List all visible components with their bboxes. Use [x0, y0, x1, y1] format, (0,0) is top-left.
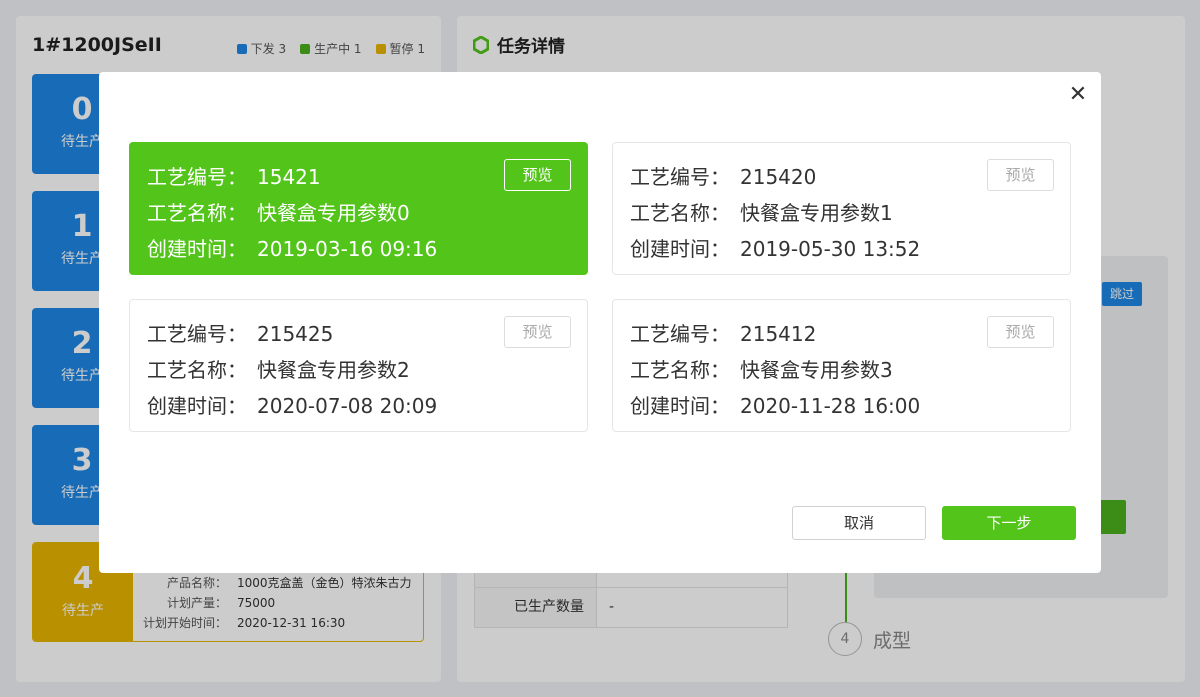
- option-details: 工艺编号： 215425 工艺名称： 快餐盒专用参数2 创建时间： 2020-07-0…: [147, 316, 437, 424]
- process-option-3[interactable]: 工艺编号： 215412 工艺名称： 快餐盒专用参数3 创建时间： 2020-11-2…: [612, 299, 1071, 432]
- option-details: 工艺编号： 215412 工艺名称： 快餐盒专用参数3 创建时间： 2020-11-2…: [630, 316, 920, 424]
- created-time-label: 创建时间：: [147, 237, 247, 261]
- process-code-label: 工艺编号：: [630, 322, 730, 346]
- select-process-dialog: ✕ 工艺编号： 15421 工艺名称： 快餐盒专用参数0 创建时间： 2019-03-…: [99, 72, 1101, 573]
- process-name-label: 工艺名称：: [147, 201, 247, 225]
- process-code-value: 215425: [257, 322, 334, 346]
- created-time-value: 2020-11-28 16:00: [740, 394, 921, 418]
- process-option-1[interactable]: 工艺编号： 215420 工艺名称： 快餐盒专用参数1 创建时间： 2019-05-3…: [612, 142, 1071, 275]
- close-icon[interactable]: ✕: [1067, 84, 1089, 106]
- cancel-button[interactable]: 取消: [792, 506, 926, 540]
- process-name-value: 快餐盒专用参数2: [257, 358, 410, 382]
- process-code-label: 工艺编号：: [147, 322, 247, 346]
- process-name-label: 工艺名称：: [630, 358, 730, 382]
- preview-button[interactable]: 预览: [987, 159, 1054, 191]
- created-time-label: 创建时间：: [630, 237, 730, 261]
- process-code-value: 215412: [740, 322, 817, 346]
- preview-button[interactable]: 预览: [987, 316, 1054, 348]
- process-name-value: 快餐盒专用参数3: [740, 358, 893, 382]
- process-name-label: 工艺名称：: [630, 201, 730, 225]
- option-details: 工艺编号： 215420 工艺名称： 快餐盒专用参数1 创建时间： 2019-05-3…: [630, 159, 920, 267]
- next-step-button[interactable]: 下一步: [942, 506, 1076, 540]
- created-time-value: 2020-07-08 20:09: [257, 394, 438, 418]
- process-code-value: 15421: [257, 165, 321, 189]
- preview-button[interactable]: 预览: [504, 159, 571, 191]
- process-code-label: 工艺编号：: [147, 165, 247, 189]
- process-option-2[interactable]: 工艺编号： 215425 工艺名称： 快餐盒专用参数2 创建时间： 2020-07-0…: [129, 299, 588, 432]
- created-time-value: 2019-05-30 13:52: [740, 237, 921, 261]
- preview-button[interactable]: 预览: [504, 316, 571, 348]
- process-name-value: 快餐盒专用参数0: [257, 201, 410, 225]
- created-time-label: 创建时间：: [630, 394, 730, 418]
- created-time-value: 2019-03-16 09:16: [257, 237, 438, 261]
- process-code-value: 215420: [740, 165, 817, 189]
- process-option-0[interactable]: 工艺编号： 15421 工艺名称： 快餐盒专用参数0 创建时间： 2019-03-16…: [129, 142, 588, 275]
- process-code-label: 工艺编号：: [630, 165, 730, 189]
- option-details: 工艺编号： 15421 工艺名称： 快餐盒专用参数0 创建时间： 2019-03-16…: [147, 159, 437, 267]
- process-name-value: 快餐盒专用参数1: [740, 201, 893, 225]
- created-time-label: 创建时间：: [147, 394, 247, 418]
- process-name-label: 工艺名称：: [147, 358, 247, 382]
